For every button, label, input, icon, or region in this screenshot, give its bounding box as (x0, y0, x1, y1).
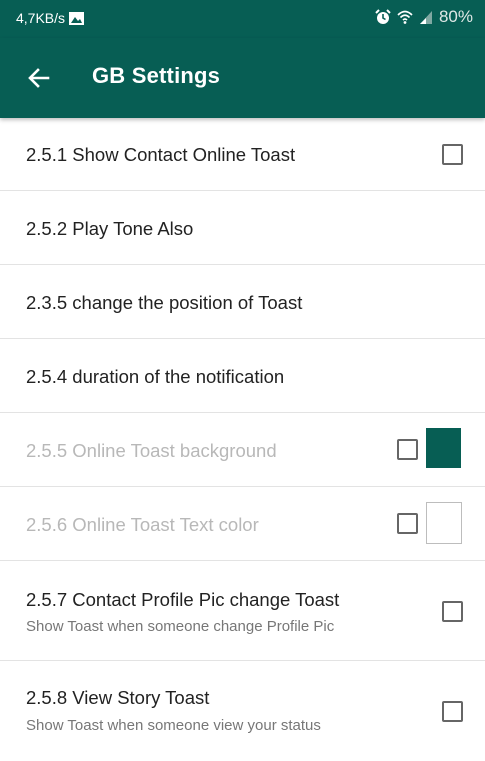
signal-icon (419, 11, 432, 24)
battery-percentage: 80% (438, 7, 473, 26)
checkbox[interactable] (397, 513, 418, 534)
checkbox[interactable] (397, 439, 418, 460)
setting-title: 2.5.8 View Story Toast (26, 687, 210, 708)
setting-online-toast-text-color[interactable]: 2.5.6 Online Toast Text color (0, 487, 485, 561)
setting-subtitle: Show Toast when someone view your status (26, 717, 321, 734)
settings-list: 2.5.1 Show Contact Online Toast 2.5.2 Pl… (0, 118, 485, 761)
setting-title: 2.5.4 duration of the notification (26, 366, 285, 387)
checkbox[interactable] (442, 701, 463, 722)
setting-show-contact-online-toast[interactable]: 2.5.1 Show Contact Online Toast (0, 118, 485, 191)
setting-title: 2.5.7 Contact Profile Pic change Toast (26, 589, 340, 610)
color-swatch[interactable] (426, 428, 461, 468)
wifi-icon (397, 10, 413, 24)
setting-title: 2.5.1 Show Contact Online Toast (26, 144, 296, 165)
setting-play-tone-also[interactable]: 2.5.2 Play Tone Also (0, 191, 485, 265)
back-arrow-icon[interactable] (26, 65, 52, 91)
setting-online-toast-background[interactable]: 2.5.5 Online Toast background (0, 413, 485, 487)
setting-title: 2.5.6 Online Toast Text color (26, 514, 259, 535)
alarm-icon (375, 9, 391, 24)
app-bar: GB Settings (0, 38, 485, 118)
setting-subtitle: Show Toast when someone change Profile P… (26, 618, 335, 635)
color-swatch[interactable] (426, 502, 462, 544)
setting-notification-duration[interactable]: 2.5.4 duration of the notification (0, 339, 485, 413)
status-right: 80% (375, 7, 473, 27)
setting-profile-pic-change-toast[interactable]: 2.5.7 Contact Profile Pic change Toast S… (0, 561, 485, 661)
page-title: GB Settings (92, 63, 221, 88)
status-bar: 4,7KB/s 80% (0, 0, 485, 38)
checkbox[interactable] (442, 601, 463, 622)
image-notification-icon (69, 11, 85, 25)
setting-title: 2.3.5 change the position of Toast (26, 292, 303, 313)
network-speed: 4,7KB/s (16, 10, 66, 26)
checkbox[interactable] (442, 144, 463, 165)
status-left: 4,7KB/s (16, 10, 85, 26)
setting-title: 2.5.2 Play Tone Also (26, 218, 194, 239)
setting-title: 2.5.5 Online Toast background (26, 440, 277, 461)
setting-view-story-toast[interactable]: 2.5.8 View Story Toast Show Toast when s… (0, 661, 485, 761)
setting-toast-position[interactable]: 2.3.5 change the position of Toast (0, 265, 485, 339)
